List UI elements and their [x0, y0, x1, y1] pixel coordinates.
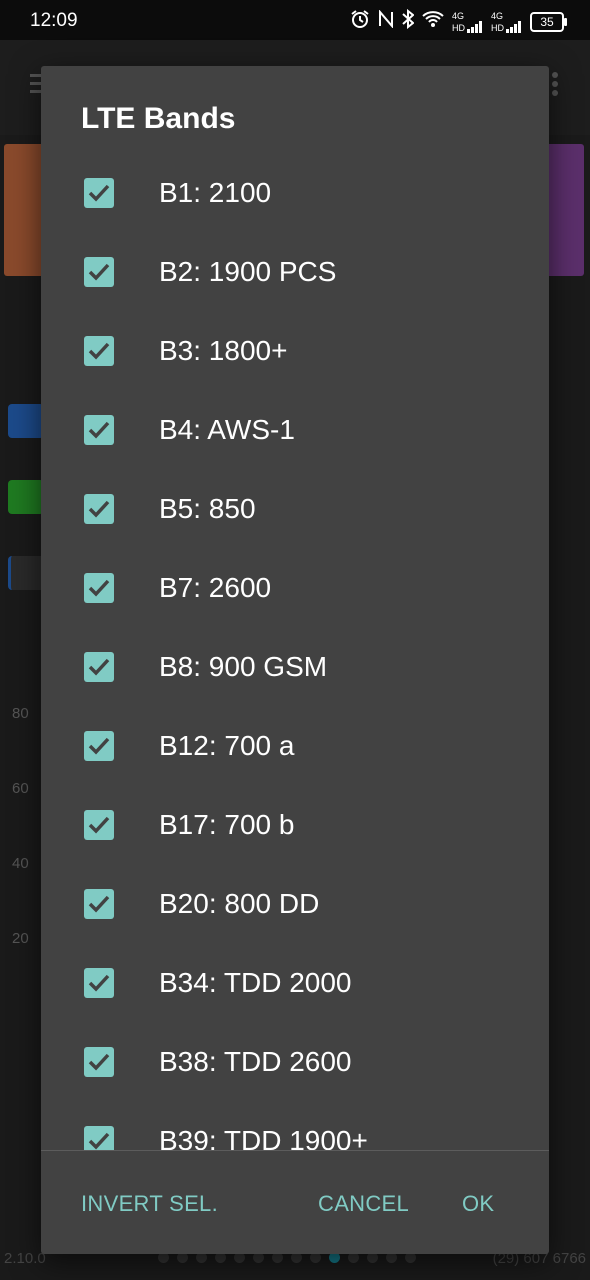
banner-image-left — [4, 144, 44, 276]
banner-image-right — [544, 144, 584, 276]
band-row-b2[interactable]: B2: 1900 PCS — [41, 233, 549, 312]
dialog-actions: INVERT SEL. CANCEL OK — [41, 1151, 549, 1254]
axis-tick: 80 — [12, 705, 29, 722]
band-label: B17: 700 b — [159, 809, 295, 840]
band-label: B38: TDD 2600 — [159, 1046, 352, 1077]
ok-button[interactable]: OK — [462, 1191, 494, 1217]
invert-selection-button[interactable]: INVERT SEL. — [81, 1191, 218, 1217]
band-label: B34: TDD 2000 — [159, 967, 352, 998]
dialog-title: LTE Bands — [81, 102, 236, 135]
checkbox-checked-icon[interactable] — [84, 968, 114, 998]
band-row-b4[interactable]: B4: AWS-1 — [41, 391, 549, 470]
axis-tick: 40 — [12, 855, 29, 872]
overflow-menu-icon — [552, 72, 558, 78]
band-row-b1[interactable]: B1: 2100 — [41, 154, 549, 233]
band-row-b20[interactable]: B20: 800 DD — [41, 865, 549, 944]
alarm-icon — [350, 9, 370, 34]
band-label: B20: 800 DD — [159, 888, 320, 919]
wifi-icon — [422, 10, 444, 33]
lte-bands-dialog: LTE Bands B1: 2100 B2: 1900 PCS B3: 1800… — [41, 66, 549, 1254]
bluetooth-icon — [402, 8, 415, 34]
signal-4g-hd-icon-2: 4G HD — [491, 11, 522, 33]
checkbox-checked-icon[interactable] — [84, 1047, 114, 1077]
band-row-b39[interactable]: B39: TDD 1900+ — [41, 1102, 549, 1150]
checkbox-checked-icon[interactable] — [84, 494, 114, 524]
band-row-b38[interactable]: B38: TDD 2600 — [41, 1023, 549, 1102]
signal-type-label: 4G — [452, 10, 465, 21]
checkbox-checked-icon[interactable] — [84, 573, 114, 603]
cancel-button[interactable]: CANCEL — [318, 1191, 409, 1217]
band-row-b7[interactable]: B7: 2600 — [41, 549, 549, 628]
hd-label-2: HD — [491, 22, 504, 33]
band-row-b17[interactable]: B17: 700 b — [41, 786, 549, 865]
checkbox-checked-icon[interactable] — [84, 415, 114, 445]
band-label: B39: TDD 1900+ — [159, 1125, 368, 1150]
band-row-b34[interactable]: B34: TDD 2000 — [41, 944, 549, 1023]
band-label: B2: 1900 PCS — [159, 256, 337, 287]
band-row-b8[interactable]: B8: 900 GSM — [41, 628, 549, 707]
checkbox-checked-icon[interactable] — [84, 336, 114, 366]
status-bar: 12:09 4G HD 4G HD 35 — [0, 0, 590, 40]
band-list[interactable]: B1: 2100 B2: 1900 PCS B3: 1800+ B4: AWS-… — [41, 154, 549, 1150]
background-button-green — [8, 480, 44, 514]
axis-tick: 20 — [12, 930, 29, 947]
hd-label: HD — [452, 22, 465, 33]
band-row-b12[interactable]: B12: 700 a — [41, 707, 549, 786]
background-button-blue — [8, 404, 44, 438]
status-icons: 4G HD 4G HD 35 — [350, 8, 567, 34]
band-row-b3[interactable]: B3: 1800+ — [41, 312, 549, 391]
checkbox-checked-icon[interactable] — [84, 178, 114, 208]
checkbox-checked-icon[interactable] — [84, 731, 114, 761]
status-time: 12:09 — [30, 10, 78, 31]
signal-type-label-2: 4G — [491, 10, 504, 21]
band-row-b5[interactable]: B5: 850 — [41, 470, 549, 549]
checkbox-checked-icon[interactable] — [84, 889, 114, 919]
version-label: 2.10.0 — [4, 1250, 46, 1267]
checkbox-checked-icon[interactable] — [84, 652, 114, 682]
nfc-icon — [378, 9, 394, 33]
signal-4g-hd-icon: 4G HD — [452, 11, 483, 33]
checkbox-checked-icon[interactable] — [84, 257, 114, 287]
band-label: B7: 2600 — [159, 572, 272, 603]
battery-indicator: 35 — [530, 11, 567, 32]
band-label: B1: 2100 — [159, 177, 272, 208]
band-label: B5: 850 — [159, 493, 256, 524]
band-label: B12: 700 a — [159, 730, 295, 761]
band-label: B4: AWS-1 — [159, 414, 295, 445]
band-label: B3: 1800+ — [159, 335, 288, 366]
axis-tick: 60 — [12, 780, 29, 797]
band-label: B8: 900 GSM — [159, 651, 328, 682]
checkbox-checked-icon[interactable] — [84, 810, 114, 840]
checkbox-checked-icon[interactable] — [84, 1126, 114, 1150]
